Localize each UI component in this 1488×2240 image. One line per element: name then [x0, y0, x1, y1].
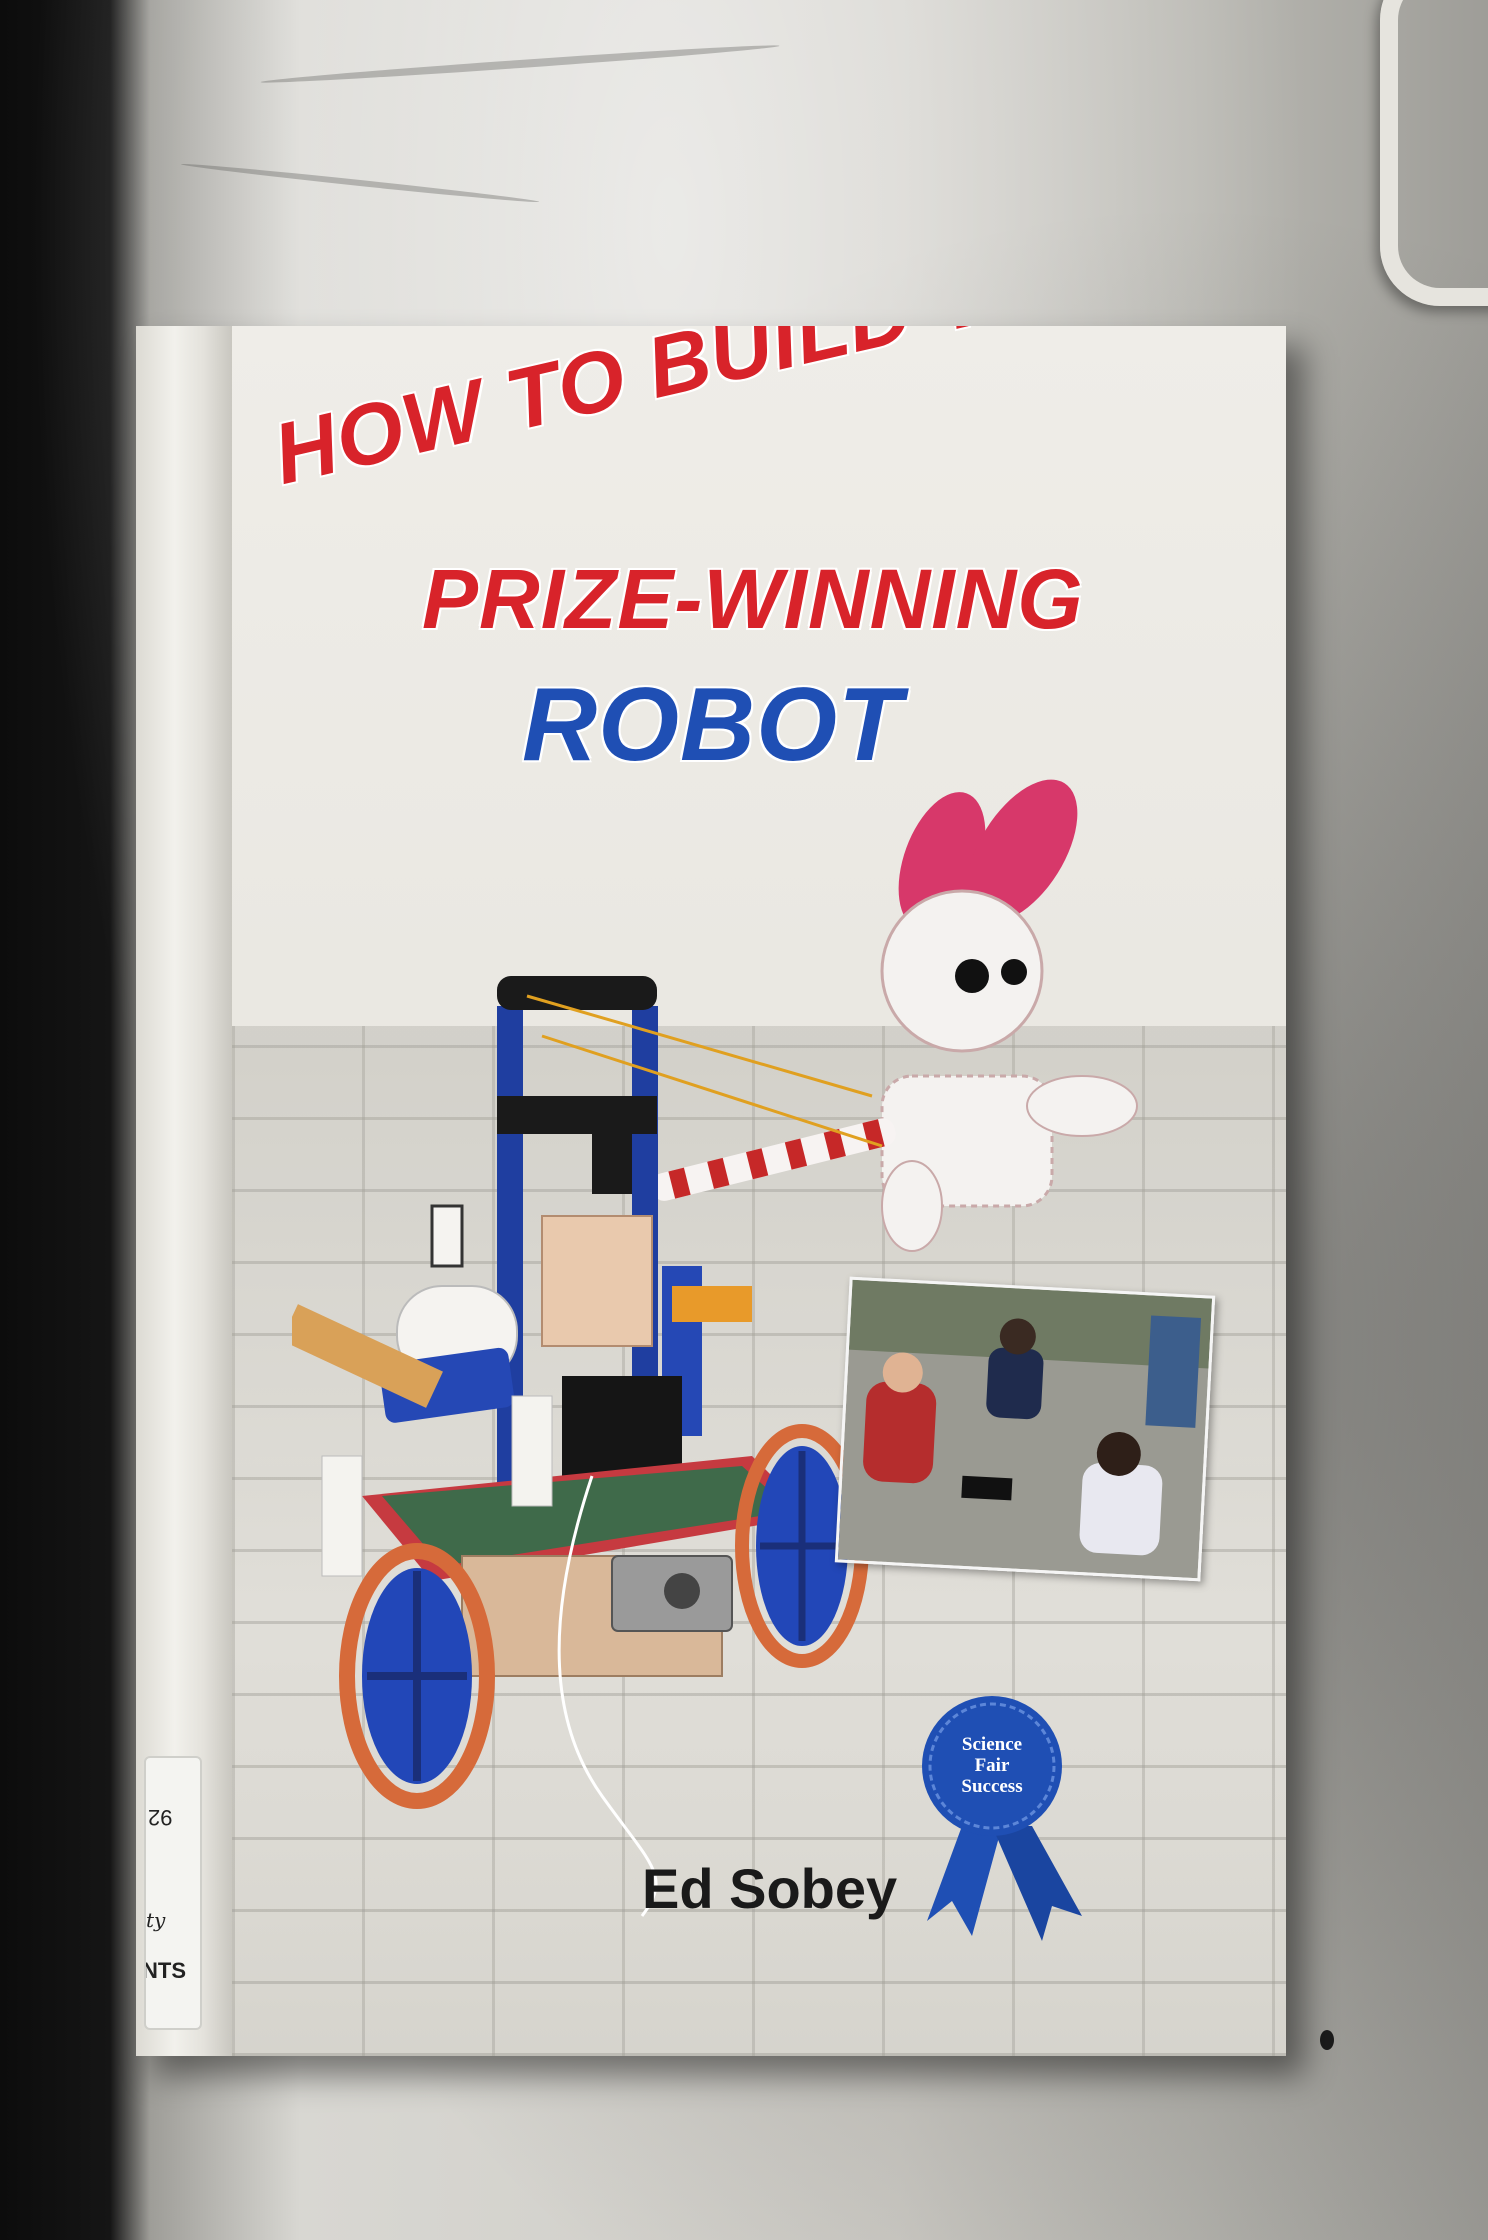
book: 92 ty NTS HOW TO BUILD YOUR OWN PRIZE-WI…	[136, 326, 1286, 2056]
robot-camera-lens	[664, 1573, 700, 1609]
candy-cane-pole	[651, 1118, 896, 1201]
photo-person	[1145, 1315, 1202, 1428]
bunny-eye-right	[1001, 959, 1027, 985]
wall-texture	[1320, 2030, 1334, 2050]
bunny-eye-left	[955, 959, 989, 993]
ribbon-tail-left	[927, 1826, 1002, 1936]
cover-author: Ed Sobey	[642, 1857, 898, 1920]
wall-hook	[1380, 0, 1488, 306]
photo-person	[986, 1347, 1044, 1420]
book-cover: HOW TO BUILD YOUR OWN PRIZE-WINNING ROBO…	[232, 326, 1286, 2056]
spine-label-text: NTS	[144, 1958, 186, 1983]
robot-wood-panel	[541, 1215, 653, 1347]
robot-frame-cross-bar	[497, 1096, 657, 1134]
library-spine-label: 92 ty NTS	[144, 1756, 202, 2030]
robot-string	[526, 994, 873, 1098]
robot-wheel-left	[339, 1543, 495, 1809]
ribbon-tail-right	[992, 1826, 1082, 1941]
ribbon-label-line-3: Success	[961, 1776, 1023, 1797]
robot-white-pipe	[321, 1455, 363, 1577]
photo-toy-car	[961, 1475, 1013, 1501]
robot-orange-paddle	[672, 1286, 752, 1322]
bunny-arm	[1026, 1075, 1138, 1137]
science-fair-ribbon: Science Fair Success	[922, 1696, 1102, 1956]
robot-gun	[592, 1114, 632, 1194]
photo-person	[1079, 1463, 1163, 1556]
book-spine: 92 ty NTS	[136, 326, 234, 2056]
inset-photo-kids	[834, 1276, 1216, 1582]
robot-small-stack	[430, 1204, 464, 1268]
cover-title-line-2: PRIZE-WINNING	[422, 552, 1084, 646]
robot-frame-top-bar	[497, 976, 657, 1010]
ribbon-label-line-2: Fair	[974, 1755, 1010, 1776]
spine-label-code: 92	[148, 1805, 173, 1830]
ribbon-label-line-1: Science	[961, 1734, 1023, 1755]
ribbon-label: Science Fair Success	[922, 1734, 1062, 1797]
spine-label-logo: ty	[146, 1908, 166, 1932]
robot-white-pipe	[511, 1395, 553, 1507]
photo-person	[863, 1381, 937, 1484]
bunny-leg	[881, 1160, 943, 1252]
cover-title-line-1: HOW TO BUILD YOUR OWN	[265, 326, 1286, 505]
